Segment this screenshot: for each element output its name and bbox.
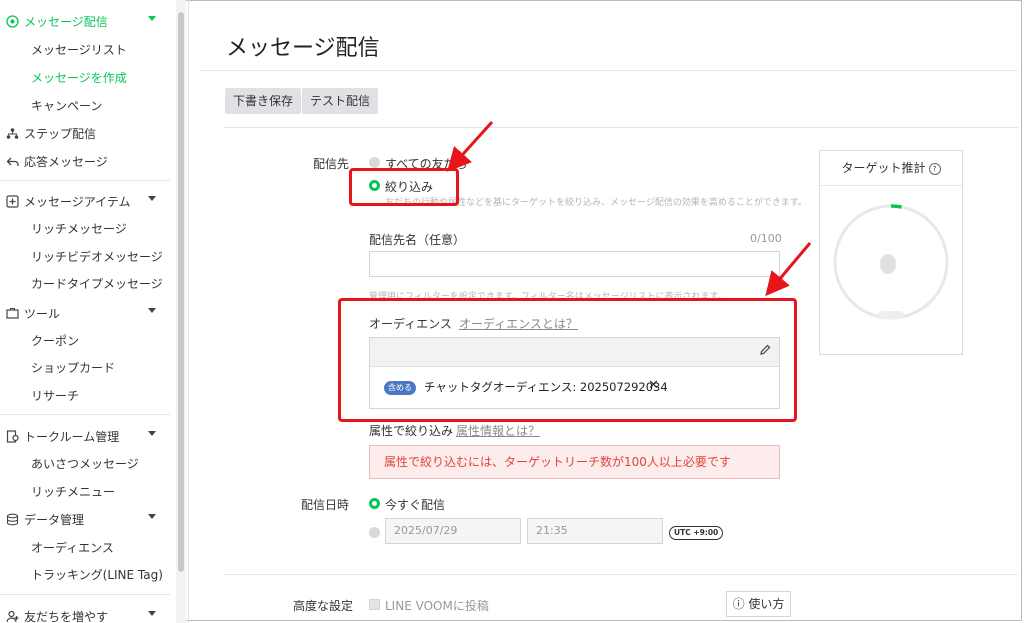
destination-name-label: 配信先名（任意）: [369, 233, 466, 247]
target-estimate-header: ターゲット推計?: [820, 151, 962, 186]
sidebar-scrollbar[interactable]: [176, 0, 186, 623]
nav-item-rich-video-message[interactable]: リッチビデオメッセージ: [31, 246, 163, 268]
nav-item-shop-card[interactable]: ショップカード: [31, 357, 115, 379]
annotation-box-audience: [338, 298, 797, 422]
help-question-icon[interactable]: ?: [928, 163, 941, 175]
howto-label: 使い方: [748, 597, 785, 611]
nav-group-auto-reply[interactable]: 応答メッセージ: [0, 147, 170, 175]
target-estimate-title: ターゲット推計: [841, 161, 926, 175]
nav-item-rich-menu[interactable]: リッチメニュー: [31, 481, 115, 503]
chevron-down-icon: [148, 431, 156, 436]
nav-item-greeting-message[interactable]: あいさつメッセージ: [31, 453, 139, 475]
advanced-divider: [224, 574, 1018, 575]
nav-group-message-delivery[interactable]: メッセージ配信: [0, 7, 170, 35]
save-draft-button[interactable]: 下書き保存: [225, 88, 302, 114]
nav-item-create-message[interactable]: メッセージを作成: [31, 67, 127, 89]
gauge-blur-value: [880, 254, 896, 274]
radio-all-friends[interactable]: [369, 157, 380, 168]
attribute-alert: 属性で絞り込むには、ターゲットリーチ数が100人以上必要です: [369, 445, 780, 479]
gauge-fill: [890, 204, 902, 209]
nav-group-label: メッセージアイテム: [24, 194, 131, 209]
nav-item-tracking[interactable]: トラッキング(LINE Tag): [31, 564, 163, 586]
chevron-down-icon: [148, 514, 156, 519]
broadcast-icon: [5, 14, 19, 28]
scrollbar-thumb[interactable]: [178, 12, 184, 572]
nav-group-message-items[interactable]: メッセージアイテム: [0, 187, 170, 215]
attribute-help-link[interactable]: 属性情報とは？: [456, 422, 540, 439]
page-title: メッセージ配信: [226, 36, 380, 61]
sidebar-divider: [0, 180, 170, 181]
nav-group-tools[interactable]: ツール: [0, 299, 170, 327]
sidebar-divider: [0, 414, 170, 415]
nav-group-label: データ管理: [24, 512, 85, 527]
sidebar-divider: [0, 594, 170, 595]
nav-group-talkroom[interactable]: トークルーム管理: [0, 422, 170, 450]
tool-icon: [5, 306, 19, 320]
attribute-filter-label: 属性で絞り込み: [369, 424, 454, 438]
step-icon: [5, 126, 19, 140]
nav-item-audience[interactable]: オーディエンス: [31, 537, 114, 559]
target-gauge: [833, 204, 949, 320]
radio-send-now[interactable]: [369, 498, 380, 509]
annotation-box-filter: [349, 168, 459, 206]
talkroom-icon: [5, 429, 19, 443]
nav-group-step-delivery[interactable]: ステップ配信: [0, 119, 170, 147]
nav-group-label: メッセージ配信: [24, 14, 108, 29]
nav-item-message-list[interactable]: メッセージリスト: [31, 39, 127, 61]
sidebar: メッセージ配信 メッセージリスト メッセージを作成 キャンペーン ステップ配信 …: [0, 0, 176, 623]
schedule-label: 配信日時: [301, 498, 350, 512]
sidebar-border: [188, 0, 189, 623]
add-friend-icon: [5, 609, 19, 623]
destination-name-input[interactable]: [369, 251, 780, 277]
chevron-down-icon: [148, 611, 156, 616]
target-estimate-panel: ターゲット推計?: [819, 150, 963, 355]
nav-item-card-type-message[interactable]: カードタイプメッセージ: [31, 273, 163, 295]
voom-checkbox[interactable]: [369, 599, 380, 610]
nav-group-data-management[interactable]: データ管理: [0, 505, 170, 533]
date-input[interactable]: 2025/07/29: [385, 518, 521, 544]
nav-group-label: 応答メッセージ: [24, 154, 108, 169]
nav-group-label: 友だちを増やす: [24, 609, 109, 623]
toolbar-divider: [224, 127, 1018, 128]
info-icon: ⓘ: [732, 597, 745, 611]
advanced-settings-label: 高度な設定: [293, 599, 354, 613]
message-item-icon: [5, 194, 19, 208]
send-now-label[interactable]: 今すぐ配信: [385, 496, 445, 513]
chevron-down-icon: [148, 196, 156, 201]
nav-item-research[interactable]: リサーチ: [31, 385, 79, 407]
database-icon: [5, 512, 19, 526]
test-send-button[interactable]: テスト配信: [302, 88, 379, 114]
radio-schedule[interactable]: [369, 527, 380, 538]
nav-item-campaign[interactable]: キャンペーン: [31, 95, 102, 117]
voom-label[interactable]: LINE VOOMに投稿: [385, 597, 489, 614]
nav-group-label: ステップ配信: [24, 126, 97, 141]
chevron-down-icon: [148, 308, 156, 313]
howto-button[interactable]: ⓘ 使い方: [726, 591, 791, 617]
character-count: 0/100: [750, 232, 782, 245]
chevron-down-icon: [148, 16, 156, 21]
destination-label: 配信先: [313, 157, 350, 171]
timezone-badge: UTC +9:00: [669, 526, 724, 540]
nav-group-add-friends[interactable]: 友だちを増やす: [0, 602, 170, 623]
nav-group-label: ツール: [24, 306, 61, 321]
reply-icon: [5, 154, 19, 168]
title-divider: [200, 70, 1018, 71]
nav-group-label: トークルーム管理: [24, 429, 120, 444]
time-input[interactable]: 21:35: [527, 518, 663, 544]
nav-item-coupon[interactable]: クーポン: [31, 330, 79, 352]
nav-item-rich-message[interactable]: リッチメッセージ: [31, 218, 127, 240]
gauge-blur-caption: [878, 311, 904, 319]
